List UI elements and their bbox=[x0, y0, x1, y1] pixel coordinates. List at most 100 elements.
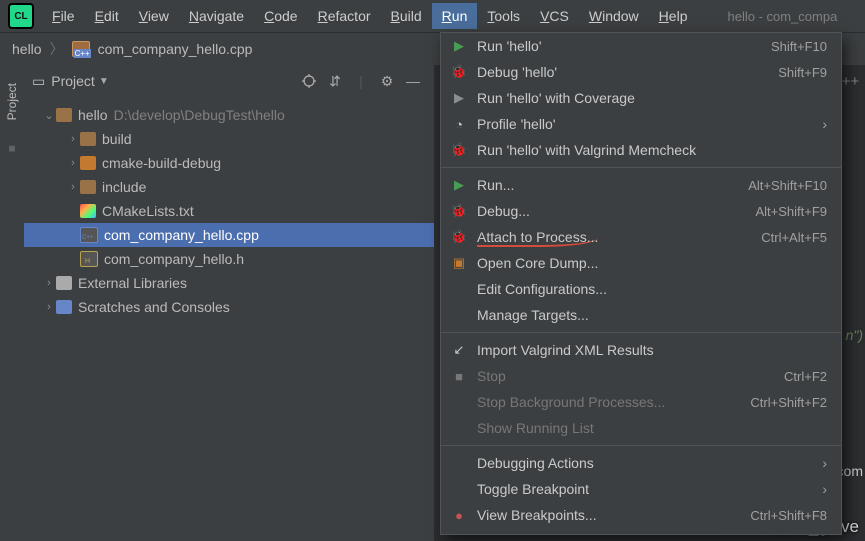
play-icon: ▶ bbox=[449, 38, 469, 54]
menu-navigate[interactable]: Navigate bbox=[179, 3, 254, 29]
menu-vcs[interactable]: VCS bbox=[530, 3, 579, 29]
shortcut: Shift+F10 bbox=[771, 39, 827, 54]
shortcut: Ctrl+F2 bbox=[784, 369, 827, 384]
submenu-arrow: › bbox=[822, 116, 827, 132]
submenu-arrow: › bbox=[822, 455, 827, 471]
menu-item[interactable]: Manage Targets... bbox=[441, 302, 841, 328]
menu-item[interactable]: 🐞Attach to Process...Ctrl+Alt+F5 bbox=[441, 224, 841, 250]
tab-project[interactable]: Project bbox=[5, 77, 19, 126]
expand-arrow[interactable]: › bbox=[66, 133, 80, 145]
menu-view[interactable]: View bbox=[129, 3, 179, 29]
menu-build[interactable]: Build bbox=[381, 3, 432, 29]
menu-item-label: Show Running List bbox=[477, 420, 827, 436]
menu-item-label: Edit Configurations... bbox=[477, 281, 827, 297]
menu-help[interactable]: Help bbox=[649, 3, 698, 29]
menu-item[interactable]: Edit Configurations... bbox=[441, 276, 841, 302]
menu-item[interactable]: ▶ Run 'hello'Shift+F10 bbox=[441, 33, 841, 59]
chevron-down-icon[interactable]: ▼ bbox=[99, 76, 109, 87]
tree-label: build bbox=[102, 131, 132, 147]
tree-row[interactable]: › include bbox=[24, 175, 434, 199]
menu-run[interactable]: Run bbox=[432, 3, 478, 29]
menu-item[interactable]: ▣Open Core Dump... bbox=[441, 250, 841, 276]
tree-label: com_company_hello.h bbox=[104, 251, 244, 267]
menu-window[interactable]: Window bbox=[579, 3, 649, 29]
tree-label: hello bbox=[78, 107, 108, 123]
prof-icon: ◔ bbox=[449, 117, 469, 132]
menu-file[interactable]: File bbox=[42, 3, 85, 29]
tab-structure[interactable]: ■ bbox=[5, 136, 19, 162]
menu-item[interactable]: Debugging Actions› bbox=[441, 450, 841, 476]
breadcrumb-root[interactable]: hello bbox=[12, 41, 42, 57]
menu-item[interactable]: ◔Profile 'hello'› bbox=[441, 111, 841, 137]
project-label[interactable]: Project bbox=[51, 73, 95, 89]
stop-icon: ■ bbox=[449, 369, 469, 384]
menu-item-label: Run 'hello' bbox=[477, 38, 771, 54]
menu-item[interactable]: ↙ Import Valgrind XML Results bbox=[441, 337, 841, 363]
menu-separator bbox=[441, 332, 841, 333]
menu-item-label: Run 'hello' with Coverage bbox=[477, 90, 827, 106]
tree-label: include bbox=[102, 179, 146, 195]
tree-label: cmake-build-debug bbox=[102, 155, 221, 171]
expand-icon[interactable]: ⇵ bbox=[322, 68, 348, 94]
locate-icon[interactable] bbox=[296, 68, 322, 94]
submenu-arrow: › bbox=[822, 481, 827, 497]
project-icon: ▭ bbox=[32, 73, 45, 90]
menu-item-label: Manage Targets... bbox=[477, 307, 827, 323]
menu-item[interactable]: 🐞Debug 'hello'Shift+F9 bbox=[441, 59, 841, 85]
menu-edit[interactable]: Edit bbox=[85, 3, 129, 29]
menu-item[interactable]: Toggle Breakpoint› bbox=[441, 476, 841, 502]
menu-item-label: Import Valgrind XML Results bbox=[477, 342, 827, 358]
menu-refactor[interactable]: Refactor bbox=[308, 3, 381, 29]
shortcut: Alt+Shift+F10 bbox=[748, 178, 827, 193]
menu-tools[interactable]: Tools bbox=[477, 3, 530, 29]
menu-separator bbox=[441, 167, 841, 168]
tree-row[interactable]: › External Libraries bbox=[24, 271, 434, 295]
expand-arrow[interactable]: ⌄ bbox=[42, 109, 56, 122]
expand-arrow[interactable]: › bbox=[66, 157, 80, 169]
shortcut: Shift+F9 bbox=[778, 65, 827, 80]
menu-item[interactable]: ▶ Run 'hello' with Coverage bbox=[441, 85, 841, 111]
app-icon: CL bbox=[8, 3, 34, 29]
gear-icon[interactable]: ⚙ bbox=[374, 68, 400, 94]
expand-arrow[interactable]: › bbox=[66, 181, 80, 193]
menu-item[interactable]: ▶Run...Alt+Shift+F10 bbox=[441, 172, 841, 198]
file-icon bbox=[80, 251, 98, 267]
shortcut: Ctrl+Shift+F2 bbox=[750, 395, 827, 410]
expand-arrow[interactable]: › bbox=[42, 277, 56, 289]
menu-item[interactable]: 🐞Run 'hello' with Valgrind Memcheck bbox=[441, 137, 841, 163]
import-icon: ↙ bbox=[449, 342, 469, 358]
tree-row[interactable]: ⌄helloD:\develop\DebugTest\hello bbox=[24, 103, 434, 127]
hide-icon[interactable]: — bbox=[400, 68, 426, 94]
menu-item-label: Stop bbox=[477, 368, 784, 384]
tree-row[interactable]: ›Scratches and Consoles bbox=[24, 295, 434, 319]
menu-code[interactable]: Code bbox=[254, 3, 307, 29]
breadcrumb-file[interactable]: com_company_hello.cpp bbox=[98, 41, 253, 57]
menu-item-label: Debugging Actions bbox=[477, 455, 822, 471]
expand-arrow[interactable]: › bbox=[42, 301, 56, 313]
bug-icon: 🐞 bbox=[449, 142, 469, 158]
file-icon bbox=[56, 108, 72, 122]
code-fragment: n") bbox=[846, 327, 863, 343]
tree-label: com_company_hello.cpp bbox=[104, 227, 259, 243]
project-header: ▭ Project ▼ ⇵ | ⚙ — bbox=[24, 65, 434, 97]
menu-item[interactable]: 🐞Debug...Alt+Shift+F9 bbox=[441, 198, 841, 224]
tree-row[interactable]: › cmake-build-debug bbox=[24, 151, 434, 175]
tree-row[interactable]: › build bbox=[24, 127, 434, 151]
cov-icon: ▶ bbox=[449, 90, 469, 106]
core-icon: ▣ bbox=[449, 255, 469, 271]
file-icon bbox=[56, 300, 72, 314]
tree-row[interactable]: com_company_hello.cpp bbox=[24, 223, 434, 247]
tree-row[interactable]: CMakeLists.txt bbox=[24, 199, 434, 223]
menu-item-label: View Breakpoints... bbox=[477, 507, 750, 523]
file-icon bbox=[80, 156, 96, 170]
sidebar: Project ■ bbox=[0, 65, 24, 541]
menu-item-label: Attach to Process... bbox=[477, 229, 761, 245]
bp-icon: ● bbox=[449, 508, 469, 523]
file-icon bbox=[80, 204, 96, 218]
tree-row[interactable]: com_company_hello.h bbox=[24, 247, 434, 271]
menu-item[interactable]: ●View Breakpoints...Ctrl+Shift+F8 bbox=[441, 502, 841, 528]
tree-label: External Libraries bbox=[78, 275, 187, 291]
menu-item-label: Debug... bbox=[477, 203, 755, 219]
menu-item: Stop Background Processes...Ctrl+Shift+F… bbox=[441, 389, 841, 415]
run-menu: ▶ Run 'hello'Shift+F10 🐞Debug 'hello'Shift… bbox=[440, 32, 842, 535]
